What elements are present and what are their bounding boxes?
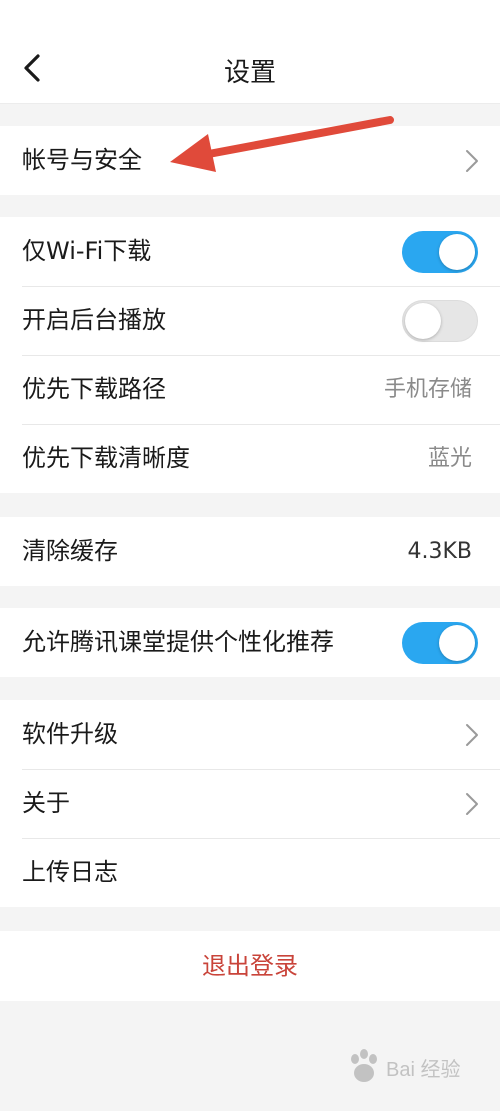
download-quality-label: 优先下载清晰度 [22,444,190,472]
cache-size-value: 4.3KB [407,539,472,564]
toggle-knob [439,625,475,661]
download-group: 仅Wi-Fi下载 开启后台播放 优先下载路径 手机存储 优先下载清晰度 蓝光 [0,217,500,493]
upload-log-row[interactable]: 上传日志 [0,838,500,907]
chevron-right-icon [466,724,478,746]
watermark: Bai 经验 [346,1045,486,1089]
personalize-toggle[interactable] [402,622,478,664]
paw-icon [351,1049,377,1082]
navbar: 设置 [0,0,500,104]
about-group: 软件升级 关于 上传日志 [0,700,500,907]
chevron-right-icon [466,793,478,815]
download-path-row[interactable]: 优先下载路径 手机存储 [0,355,500,424]
chevron-right-icon [466,150,478,172]
clear-cache-row[interactable]: 清除缓存 4.3KB [0,517,500,586]
page-title: 设置 [223,58,276,88]
wifi-only-row: 仅Wi-Fi下载 [0,217,500,286]
cache-group: 清除缓存 4.3KB [0,517,500,586]
download-quality-row[interactable]: 优先下载清晰度 蓝光 [0,424,500,493]
account-security-label: 帐号与安全 [22,146,142,174]
download-path-value: 手机存储 [383,377,472,402]
toggle-knob [439,234,475,270]
about-label: 关于 [22,789,70,817]
watermark-text: Bai 经验 [386,1059,461,1081]
wifi-only-toggle[interactable] [402,231,478,273]
personalize-label: 允许腾讯课堂提供个性化推荐 [22,628,334,656]
logout-button[interactable]: 退出登录 [0,931,500,1001]
software-upgrade-row[interactable]: 软件升级 [0,700,500,769]
software-upgrade-label: 软件升级 [22,720,118,748]
upload-log-label: 上传日志 [22,858,118,886]
background-play-row: 开启后台播放 [0,286,500,355]
annotation-arrow-icon [170,116,394,172]
wifi-only-label: 仅Wi-Fi下载 [22,237,152,265]
clear-cache-label: 清除缓存 [22,537,118,565]
download-path-label: 优先下载路径 [22,375,166,403]
background-play-label: 开启后台播放 [22,306,166,334]
toggle-knob [405,303,441,339]
personalize-row: 允许腾讯课堂提供个性化推荐 [0,608,500,677]
download-quality-value: 蓝光 [427,446,472,471]
background-play-toggle[interactable] [402,300,478,342]
personalize-group: 允许腾讯课堂提供个性化推荐 [0,608,500,677]
about-row[interactable]: 关于 [0,769,500,838]
